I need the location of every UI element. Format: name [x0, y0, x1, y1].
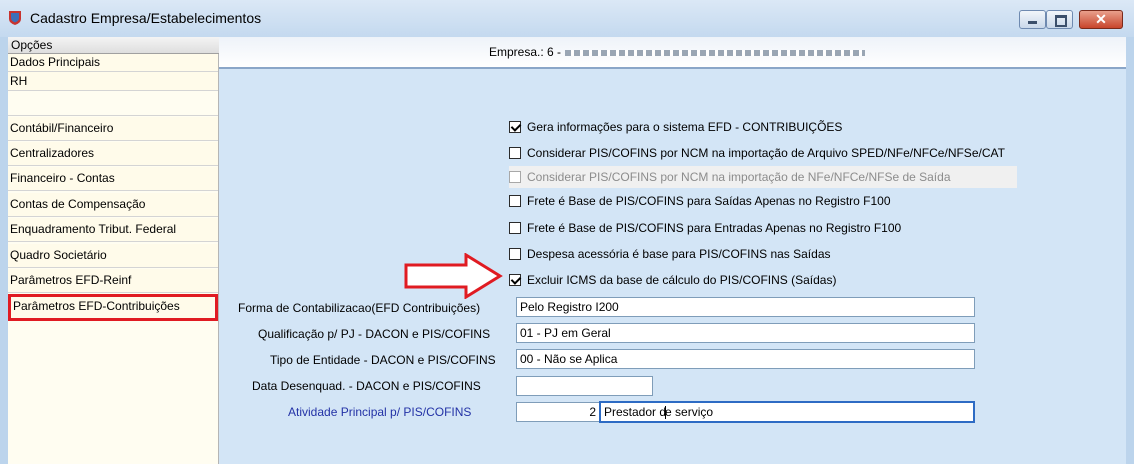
- redacted-company-name: [565, 49, 866, 56]
- company-label: Empresa.: 6 -: [489, 45, 866, 59]
- close-icon: ✕: [1095, 11, 1107, 27]
- sidebar-item-centralizadores[interactable]: Centralizadores: [8, 142, 218, 166]
- maximize-button[interactable]: [1046, 10, 1073, 29]
- minimize-icon: [1028, 21, 1037, 24]
- checkbox-icon: [509, 170, 521, 183]
- checkbox-icon[interactable]: [509, 120, 521, 133]
- red-arrow-annotation: [404, 253, 503, 299]
- checkbox-excluir-icms[interactable]: Excluir ICMS da base de cálculo do PIS/C…: [509, 269, 836, 291]
- checkbox-icon[interactable]: [509, 146, 521, 159]
- window-title: Cadastro Empresa/Estabelecimentos: [30, 10, 262, 26]
- checkbox-icon[interactable]: [509, 273, 521, 286]
- checkbox-icon[interactable]: [509, 194, 521, 207]
- close-button[interactable]: ✕: [1079, 10, 1123, 29]
- data-desenquad-input[interactable]: [516, 376, 653, 396]
- checkbox-icon[interactable]: [509, 247, 521, 260]
- app-shield-icon: [9, 11, 21, 25]
- sidebar-spacer: [8, 92, 218, 116]
- minimize-button[interactable]: [1019, 10, 1046, 29]
- sidebar-item-quadro-societario[interactable]: Quadro Societário: [8, 244, 218, 268]
- checkbox-despesa-acessoria[interactable]: Despesa acessória é base para PIS/COFINS…: [509, 243, 831, 265]
- qualificacao-select[interactable]: 01 - PJ em Geral: [516, 323, 975, 343]
- sidebar-item-contas-compensacao[interactable]: Contas de Compensação: [8, 193, 218, 217]
- checkbox-icon[interactable]: [509, 221, 521, 234]
- checkbox-gera-efd[interactable]: Gera informações para o sistema EFD - CO…: [509, 116, 842, 138]
- checkbox-ncm-sped[interactable]: Considerar PIS/COFINS por NCM na importa…: [509, 142, 1005, 164]
- sidebar-item-efd-reinf[interactable]: Parâmetros EFD-Reinf: [8, 269, 218, 293]
- company-header: Empresa.: 6 -: [219, 37, 1126, 69]
- forma-label: Forma de Contabilizacao(EFD Contribuiçõe…: [238, 301, 481, 315]
- sidebar-item-enquadramento[interactable]: Enquadramento Tribut. Federal: [8, 218, 218, 242]
- atividade-code-input[interactable]: 2: [516, 402, 600, 422]
- atividade-label: Atividade Principal p/ PIS/COFINS: [288, 405, 472, 419]
- qualificacao-label: Qualificação p/ PJ - DACON e PIS/COFINS: [258, 327, 491, 341]
- main-panel: Empresa.: 6 - Gera informações para o si…: [219, 37, 1126, 464]
- checkbox-frete-entradas[interactable]: Frete é Base de PIS/COFINS para Entradas…: [509, 217, 901, 239]
- checkbox-frete-saidas[interactable]: Frete é Base de PIS/COFINS para Saídas A…: [509, 190, 891, 212]
- checkbox-ncm-saida: Considerar PIS/COFINS por NCM na importa…: [509, 166, 1017, 188]
- forma-input[interactable]: Pelo Registro I200: [516, 297, 975, 317]
- sidebar-item-rh[interactable]: RH: [8, 72, 218, 91]
- sidebar-item-dados-principais[interactable]: Dados Principais: [8, 54, 218, 72]
- sidebar-item-financeiro-contas[interactable]: Financeiro - Contas: [8, 167, 218, 191]
- maximize-icon: [1055, 15, 1067, 27]
- tipo-entidade-label: Tipo de Entidade - DACON e PIS/COFINS: [270, 353, 496, 367]
- window: Cadastro Empresa/Estabelecimentos ✕ Opçõ…: [0, 0, 1134, 464]
- client-area: Opções Dados Principais RH Contábil/Fina…: [8, 37, 1126, 464]
- title-bar[interactable]: Cadastro Empresa/Estabelecimentos ✕: [0, 0, 1134, 37]
- sidebar-header: Opções: [8, 37, 219, 54]
- tipo-entidade-select[interactable]: 00 - Não se Aplica: [516, 349, 975, 369]
- atividade-description-input[interactable]: Prestador de serviço: [599, 401, 975, 423]
- data-desenquad-label: Data Desenquad. - DACON e PIS/COFINS: [252, 379, 481, 393]
- sidebar-item-efd-contribuicoes[interactable]: Parâmetros EFD-Contribuições: [8, 294, 218, 321]
- options-sidebar: Opções Dados Principais RH Contábil/Fina…: [8, 37, 219, 464]
- sidebar-item-contabil-financeiro[interactable]: Contábil/Financeiro: [8, 117, 218, 141]
